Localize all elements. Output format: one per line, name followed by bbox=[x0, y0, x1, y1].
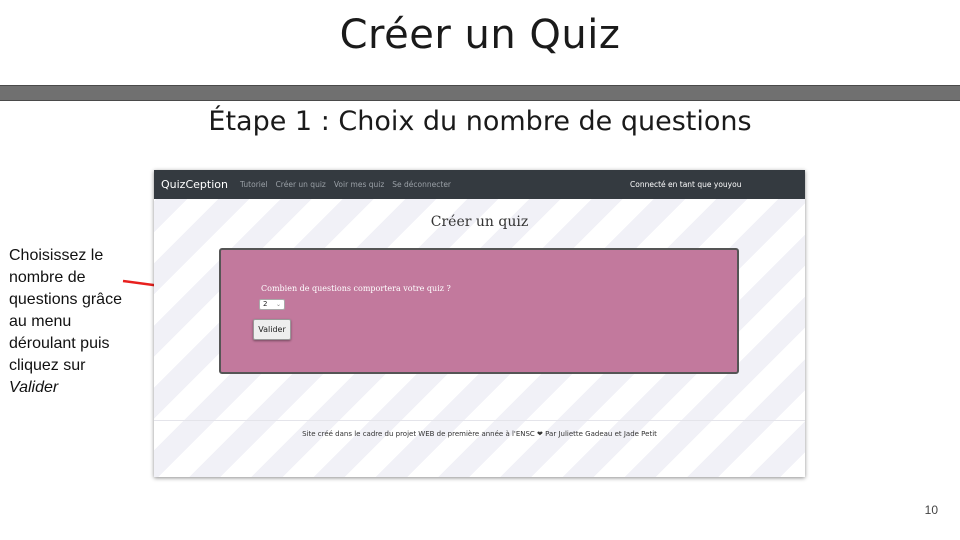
user-status: Connecté en tant que youyou bbox=[630, 180, 742, 189]
slide-subtitle: Étape 1 : Choix du nombre de questions bbox=[208, 106, 752, 137]
title-divider-bar bbox=[0, 85, 960, 101]
page-heading: Créer un quiz bbox=[430, 214, 529, 230]
app-screenshot: QuizCeption Tutoriel Créer un quiz Voir … bbox=[154, 170, 805, 477]
quiz-form-box: Combien de questions comportera votre qu… bbox=[219, 248, 739, 374]
slide-title: Créer un Quiz bbox=[339, 12, 621, 58]
nav-link-voir-quiz[interactable]: Voir mes quiz bbox=[334, 180, 384, 189]
nav-link-tutoriel[interactable]: Tutoriel bbox=[240, 180, 268, 189]
footer-text: Site créé dans le cadre du projet WEB de… bbox=[302, 430, 657, 438]
question-count-label: Combien de questions comportera votre qu… bbox=[261, 284, 451, 293]
page-number: 10 bbox=[924, 503, 938, 517]
select-value: 2 bbox=[263, 300, 268, 308]
annotation-callout: Choisissez le nombre de questions grâce … bbox=[9, 245, 139, 399]
nav-link-creer-quiz[interactable]: Créer un quiz bbox=[276, 180, 326, 189]
navbar-brand[interactable]: QuizCeption bbox=[161, 178, 228, 191]
navbar: QuizCeption Tutoriel Créer un quiz Voir … bbox=[154, 170, 805, 199]
footer-divider bbox=[154, 420, 805, 421]
chevron-down-icon: ⌄ bbox=[275, 301, 281, 308]
annotation-emphasis: Valider bbox=[9, 379, 59, 396]
valider-button[interactable]: Valider bbox=[253, 319, 291, 340]
annotation-text: Choisissez le nombre de questions grâce … bbox=[9, 247, 122, 374]
question-count-select[interactable]: 2 ⌄ bbox=[259, 299, 285, 310]
nav-link-deconnecter[interactable]: Se déconnecter bbox=[392, 180, 451, 189]
